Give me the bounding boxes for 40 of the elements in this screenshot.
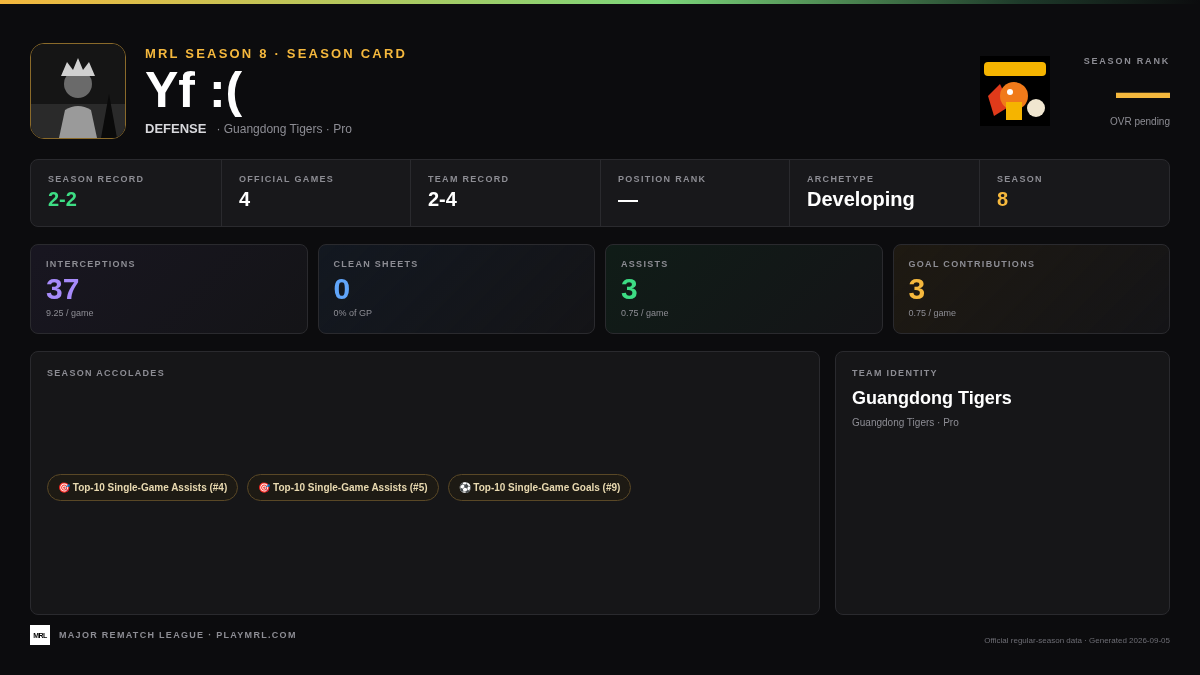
summary-label: SEASON <box>997 174 1044 184</box>
stat-value: 3 <box>908 273 927 305</box>
team-subtitle: Guangdong Tigers · Pro <box>852 417 960 428</box>
stat-value: 0 <box>333 273 352 305</box>
accolade-chip: ⚽ Top-10 Single-Game Goals (#9) <box>447 474 632 501</box>
accolade-chip: 🎯 Top-10 Single-Game Assists (#4) <box>47 474 239 501</box>
stat-rate: 0.75 / game <box>621 308 670 318</box>
stat-value: 3 <box>621 273 639 305</box>
summary-value: — <box>618 188 639 211</box>
rank-note: OVR pending <box>1109 115 1170 127</box>
summary-value: 2-4 <box>428 188 458 211</box>
panel-title: TEAM IDENTITY <box>852 368 939 378</box>
stat-rate: 0.75 / game <box>908 308 958 318</box>
stat-rate: 0% of GP <box>333 308 374 318</box>
league-name: MAJOR REMATCH LEAGUE · PLAYMRL.COM <box>59 630 297 640</box>
summary-value: Developing <box>807 188 916 211</box>
summary-value: 2-2 <box>48 188 78 211</box>
accolade-chip: 🎯 Top-10 Single-Game Assists (#5) <box>247 474 439 501</box>
summary-label: POSITION RANK <box>618 174 708 184</box>
data-note: Official regular-season data · Generated 2026-09-05 <box>984 635 1170 645</box>
stat-value: 37 <box>46 273 81 305</box>
rank-label: SEASON RANK <box>1083 55 1170 66</box>
player-name: Yf :( <box>145 63 244 117</box>
player-position: DEFENSE <box>145 121 207 136</box>
summary-value: 4 <box>239 188 252 211</box>
summary-label: SEASON RECORD <box>48 174 146 184</box>
stat-rate: 9.25 / game <box>46 308 95 318</box>
stat-label: CLEAN SHEETS <box>333 259 420 269</box>
team-name: Guangdong Tigers <box>852 388 1013 409</box>
stat-label: ASSISTS <box>621 259 670 269</box>
card-eyebrow: MRL SEASON 8 · SEASON CARD <box>145 46 409 61</box>
team-line: · Guangdong Tigers · Pro <box>216 122 352 136</box>
summary-label: ARCHETYPE <box>807 174 876 184</box>
panel-title: SEASON ACCOLADES <box>47 368 166 378</box>
summary-value: 8 <box>997 188 1010 211</box>
summary-label: OFFICIAL GAMES <box>239 174 336 184</box>
stat-label: INTERCEPTIONS <box>46 259 137 269</box>
rank-value: — <box>1116 65 1170 116</box>
stat-label: GOAL CONTRIBUTIONS <box>908 259 1037 269</box>
summary-label: TEAM RECORD <box>428 174 511 184</box>
